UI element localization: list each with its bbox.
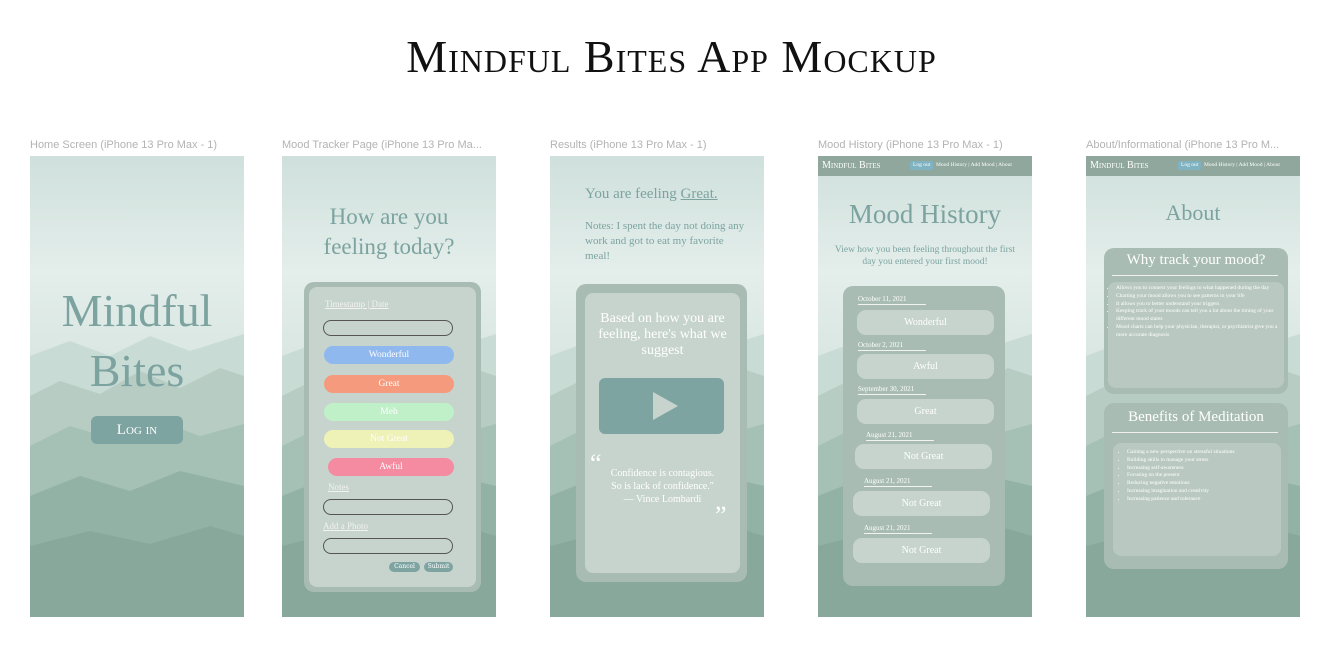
history-date: October 2, 2021 xyxy=(858,341,926,351)
benefits-body: Gaining a new perspective on stressful s… xyxy=(1113,443,1281,556)
frame-label-history: Mood History (iPhone 13 Pro Max - 1) xyxy=(818,139,1003,151)
feeling-value: Great. xyxy=(680,186,718,202)
suggestion-heading: Based on how you are feeling, here's wha… xyxy=(598,311,727,358)
frame-label-tracker: Mood Tracker Page (iPhone 13 Pro Ma... xyxy=(282,139,482,151)
history-title: Mood History xyxy=(848,199,1002,229)
nav-brand[interactable]: Mindful Bites xyxy=(822,160,881,171)
page-title: Mindful Bites App Mockup xyxy=(406,31,937,82)
history-date: August 21, 2021 xyxy=(866,431,934,441)
list-item: Mood charts can help your physician, the… xyxy=(1116,324,1281,340)
list-item: Gaining a new perspective on stressful s… xyxy=(1127,449,1277,457)
mood-option-not-great[interactable]: Not Great xyxy=(324,430,454,448)
tracker-heading-line2: feeling today? xyxy=(323,234,455,259)
history-date: September 30, 2021 xyxy=(858,385,926,395)
list-item: Increasing imagination and creativity xyxy=(1127,488,1277,496)
quote-line1: Confidence is contagious. xyxy=(610,468,715,479)
list-item: Allows you to connect your feelings to w… xyxy=(1116,285,1281,293)
history-entry[interactable]: Not Great xyxy=(853,491,990,516)
app-title-line2: Bites xyxy=(89,345,185,396)
mood-option-awful[interactable]: Awful xyxy=(328,458,454,476)
mood-option-great[interactable]: Great xyxy=(324,375,454,393)
list-item: Keeping track of your moods can tell you… xyxy=(1116,308,1281,324)
mood-option-meh[interactable]: Meh xyxy=(324,403,454,421)
list-item: Charting your mood allows you to see pat… xyxy=(1116,293,1281,301)
add-photo-input[interactable] xyxy=(323,538,453,554)
mood-option-wonderful[interactable]: Wonderful xyxy=(324,346,454,364)
list-item: Building skills to manage your stress xyxy=(1127,457,1277,465)
about-title: About xyxy=(1165,200,1221,225)
home-screen-frame: Mindful Bites Log in xyxy=(30,156,244,617)
frame-label-results: Results (iPhone 13 Pro Max - 1) xyxy=(550,139,707,151)
history-date: October 11, 2021 xyxy=(858,295,926,305)
results-frame: You are feeling Great. Notes: I spent th… xyxy=(550,156,764,617)
history-entry[interactable]: Wonderful xyxy=(857,310,994,335)
tracker-heading: How are you feeling today? xyxy=(282,202,496,262)
frame-label-home: Home Screen (iPhone 13 Pro Max - 1) xyxy=(30,139,218,151)
submit-button[interactable]: Submit xyxy=(424,562,453,572)
video-player[interactable] xyxy=(599,378,724,434)
frame-label-about: About/Informational (iPhone 13 Pro M... xyxy=(1086,139,1280,151)
cancel-button[interactable]: Cancel xyxy=(389,562,420,572)
close-quote-icon: ” xyxy=(715,501,727,530)
logout-button[interactable]: Log out xyxy=(1178,161,1202,170)
history-entry[interactable]: Not Great xyxy=(853,538,990,563)
history-entry[interactable]: Not Great xyxy=(855,444,992,469)
history-subtitle: View how you been feeling throughout the… xyxy=(834,245,1016,267)
feeling-prefix: You are feeling xyxy=(585,186,681,202)
history-entry[interactable]: Great xyxy=(857,399,994,424)
mood-history-frame: Mindful Bites Log out Mood History | Add… xyxy=(818,156,1032,617)
notes-label: Notes xyxy=(328,482,349,492)
why-track-heading: Why track your mood? xyxy=(1126,252,1266,268)
why-track-list: Allows you to connect your feelings to w… xyxy=(1108,282,1284,340)
timestamp-label: Timestamp | Date xyxy=(325,299,389,309)
nav-brand[interactable]: Mindful Bites xyxy=(1090,160,1149,171)
logout-button[interactable]: Log out xyxy=(910,161,934,170)
tracker-heading-line1: How are you xyxy=(329,204,449,229)
nav-links[interactable]: Mood History | Add Mood | About xyxy=(1204,161,1280,170)
login-button[interactable]: Log in xyxy=(91,416,183,444)
why-track-body: Allows you to connect your feelings to w… xyxy=(1108,282,1284,388)
mood-tracker-frame: How are you feeling today? Timestamp | D… xyxy=(282,156,496,617)
results-notes: Notes: I spent the day not doing any wor… xyxy=(585,220,745,262)
history-date: August 21, 2021 xyxy=(864,477,932,487)
quote-line2: So is lack of confidence." xyxy=(611,481,714,492)
add-photo-label: Add a Photo xyxy=(323,521,368,531)
app-title-line1: Mindful xyxy=(61,285,213,336)
notes-input[interactable] xyxy=(323,499,453,515)
why-track-divider xyxy=(1112,275,1278,276)
app-title: Mindful Bites xyxy=(30,281,244,401)
benefits-divider xyxy=(1112,432,1278,433)
list-item: Increasing patience and tolerance xyxy=(1127,496,1277,504)
history-date: August 21, 2021 xyxy=(864,524,932,534)
feeling-statement: You are feeling Great. xyxy=(585,186,718,203)
benefits-list: Gaining a new perspective on stressful s… xyxy=(1113,443,1281,504)
benefits-heading: Benefits of Meditation xyxy=(1128,409,1264,425)
list-item: Focusing on the present xyxy=(1127,472,1277,480)
nav-links[interactable]: Mood History | Add Mood | About xyxy=(936,161,1012,170)
list-item: Increasing self-awareness xyxy=(1127,465,1277,473)
history-entry[interactable]: Awful xyxy=(857,354,994,379)
play-icon[interactable] xyxy=(599,378,724,434)
list-item: Reducing negative emotions xyxy=(1127,480,1277,488)
about-frame: Mindful Bites Log out Mood History | Add… xyxy=(1086,156,1300,617)
timestamp-input[interactable] xyxy=(323,320,453,336)
